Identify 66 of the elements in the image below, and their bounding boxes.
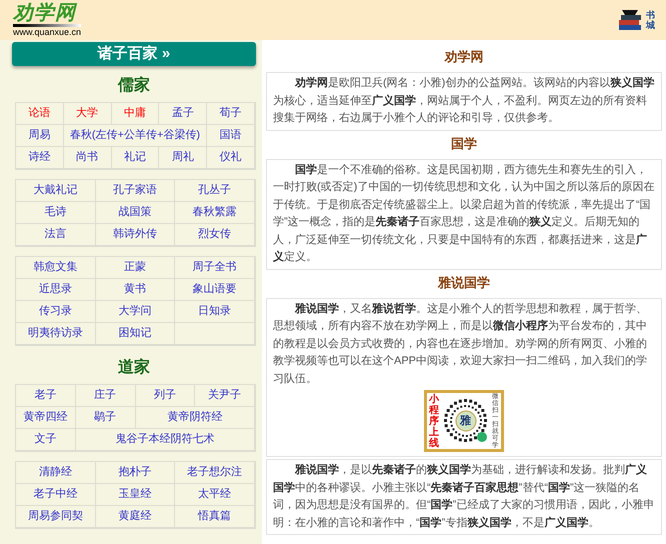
intro-paragraph: 雅说国学，是以先秦诸子的狭义国学为基础，进行解读和发扬。批判广义国学中的各种谬误。小雅主张以“先秦诸子百家思想”替代“国学”这一狭隘的名词，因为思想是没有国界的。但“国学”已经成了大家的习惯用语，因此，小雅申明：在小雅的言论和著作中，“国学”专指狭义国学，不是广义国学。: [273, 462, 655, 530]
book-link[interactable]: 国语: [220, 127, 242, 144]
book-link[interactable]: 周礼: [172, 149, 194, 166]
book-link[interactable]: 老子: [34, 387, 56, 404]
book-link[interactable]: 明夷待访录: [28, 325, 83, 342]
book-link[interactable]: 仪礼: [220, 149, 242, 166]
book-link[interactable]: 孔丛子: [198, 182, 232, 199]
book-link[interactable]: 礼记: [124, 149, 146, 166]
book-link[interactable]: 春秋繁露: [192, 204, 237, 221]
book-link[interactable]: 太平经: [198, 486, 232, 503]
book-link[interactable]: 黄庭经: [118, 508, 152, 525]
book-link[interactable]: 周易参同契: [28, 508, 83, 525]
book-link[interactable]: 关尹子: [208, 387, 242, 404]
book-link[interactable]: 大戴礼记: [33, 182, 78, 199]
group-heading: 儒家: [116, 76, 151, 96]
book-link[interactable]: 孟子: [172, 105, 194, 122]
book-link[interactable]: 传习录: [38, 303, 72, 320]
book-link[interactable]: 荀子: [220, 105, 242, 122]
category-banner[interactable]: 诸子百家 »: [12, 42, 256, 66]
book-link[interactable]: 韩诗外传: [112, 226, 157, 243]
book-link[interactable]: 韩愈文集: [33, 259, 78, 276]
book-link[interactable]: 清静经: [38, 464, 72, 481]
book-link[interactable]: 周子全书: [192, 259, 237, 276]
book-link[interactable]: 周易: [28, 127, 50, 144]
book-link[interactable]: 鹖子: [94, 409, 116, 426]
qr-caption: 小程序上线: [429, 394, 439, 448]
intro-paragraph: 劝学网是欧阳卫兵(网名：小雅)创办的公益网站。该网站的内容以狭义国学为核心，适当延伸至广义国学，网站属于个人，不盈利。网页左边的所有资料搜集于网络，右边属于小雅个人的评论和引导，仅供参考。: [273, 76, 655, 126]
book-link[interactable]: 尚书: [76, 149, 98, 166]
book-link[interactable]: 列子: [154, 387, 176, 404]
book-link[interactable]: 鬼谷子本经阴符七术: [115, 431, 214, 448]
book-link[interactable]: 象山语要: [192, 281, 237, 298]
book-link[interactable]: 战国策: [118, 204, 152, 221]
book-link[interactable]: 中庸: [124, 105, 146, 122]
book-link[interactable]: 抱朴子: [118, 464, 152, 481]
book-link[interactable]: 大学: [76, 105, 98, 122]
book-link[interactable]: 黄帝阴符经: [167, 409, 222, 426]
book-link[interactable]: 庄子: [94, 387, 116, 404]
book-link[interactable]: 烈女传: [198, 226, 232, 243]
book-link[interactable]: 孔子家语: [112, 182, 157, 199]
book-link[interactable]: 法言: [44, 226, 66, 243]
bookstore-link[interactable]: 书城: [616, 6, 656, 34]
group-heading: 道家: [117, 358, 151, 378]
book-link[interactable]: 诗经: [28, 149, 50, 166]
book-link[interactable]: 论语: [28, 105, 50, 122]
qr-code-drawing: 雅: [442, 397, 490, 445]
book-link[interactable]: 毛诗: [44, 204, 66, 221]
book-link[interactable]: 黄书: [124, 281, 146, 298]
book-link[interactable]: 文子: [34, 431, 56, 448]
section-title: 国学: [450, 134, 478, 152]
book-link[interactable]: 悟真篇: [198, 508, 232, 525]
book-link[interactable]: 黄帝四经: [23, 409, 68, 426]
book-link[interactable]: 老子中经: [33, 486, 78, 503]
section-title: 劝学网: [443, 48, 484, 66]
logo-underline: [13, 24, 81, 27]
book-link[interactable]: 日知录: [198, 303, 232, 320]
book-link[interactable]: 大学问: [118, 303, 152, 320]
intro-paragraph: 雅说国学，又名雅说哲学。这是小雅个人的哲学思想和教程，属于哲学、思想领域，所有内容不放在劝学网上，而是以微信小程序为平台发布的，其中的教程是以会员方式收费的，内容也在逐步增加。劝学网的所有网页、小雅的教学视频等也可以在这个APP中阅读，欢迎大家扫一扫二维码，加入我们的学习队伍。: [273, 302, 648, 386]
book-link[interactable]: 玉皇经: [118, 486, 152, 503]
book-link[interactable]: 正蒙: [124, 259, 146, 276]
book-link[interactable]: 近思录: [38, 281, 72, 298]
book-link[interactable]: 春秋(左传+公羊传+谷梁传): [70, 127, 200, 144]
intro-paragraph: 国学是一个不准确的俗称。这是民国初期，西方德先生和赛先生的引入，一时打败(或否定)了中国的一切传统思想和文化，认为中国之所以落后的原因在于传统。于是彻底否定传统盛嚣尘上。以梁启超为首的传统派，率先提出了“国学”这一概念，指的是先秦诸子百家思想，这是准确的狭义定义。后期无知的人，广泛延伸至一切传统文化，只要是中国特有的东西，都裹括进来，这是广义定义。: [273, 162, 655, 265]
site-url: www.quanxue.cn: [13, 27, 82, 38]
section-title: 雅说国学: [436, 274, 491, 292]
book-link[interactable]: 老子想尔注: [187, 464, 242, 481]
book-link[interactable]: 困知记: [118, 325, 152, 342]
